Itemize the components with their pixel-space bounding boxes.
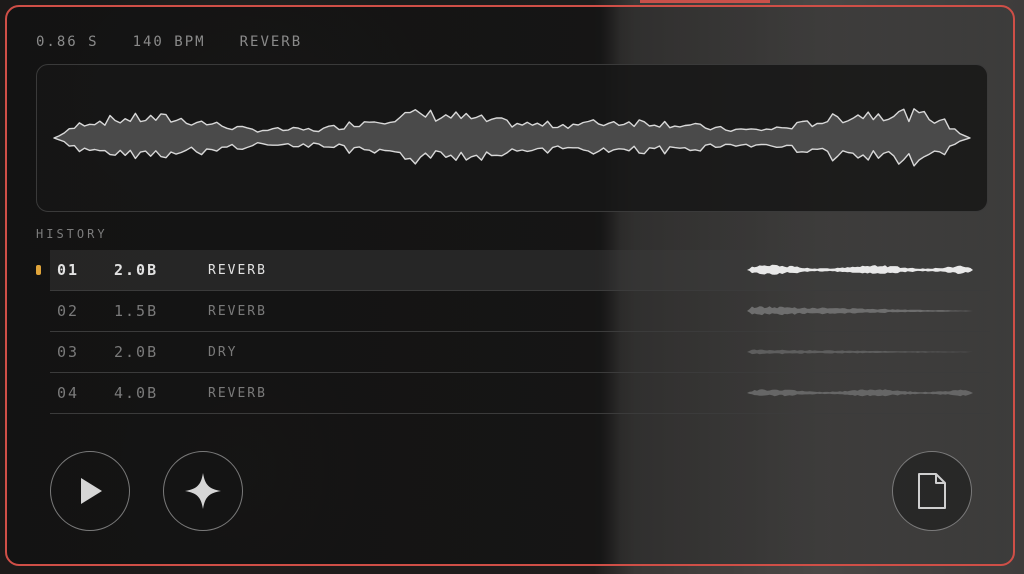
play-icon [81,478,102,504]
row-effect: REVERB [208,262,267,278]
export-file-button[interactable] [892,451,972,531]
row-size: 2.0B [114,343,159,361]
sample-panel: 0.86 S 140 BPM REVERB HISTORY 01 2.0B RE… [5,5,1015,566]
row-effect: DRY [208,344,238,360]
row-effect: REVERB [208,385,267,401]
play-button[interactable] [50,451,130,531]
row-index: 01 [57,261,80,279]
row-index: 02 [57,302,80,320]
waveform-graphic [53,108,971,167]
background-accent-line [640,0,770,3]
duration-readout: 0.86 S [36,34,99,50]
history-row-01[interactable]: 01 2.0B REVERB [36,250,990,291]
history-row-02[interactable]: 02 1.5B REVERB [50,291,990,332]
row-waveform-thumbnail [747,349,973,355]
row-waveform-thumbnail [747,306,973,316]
history-list: 01 2.0B REVERB 02 1.5B REVERB 03 2.0B DR… [36,250,990,414]
row-index: 03 [57,343,80,361]
sparkle-icon [185,473,221,509]
history-row-04[interactable]: 04 4.0B REVERB [50,373,990,414]
generate-button[interactable] [163,451,243,531]
history-label: HISTORY [36,227,108,241]
file-icon [918,473,946,509]
effect-readout: REVERB [239,34,303,50]
waveform-display[interactable] [36,64,988,212]
row-size: 1.5B [114,302,159,320]
sample-meta: 0.86 S 140 BPM REVERB [36,34,336,50]
row-index: 04 [57,384,80,402]
tempo-readout: 140 BPM [132,34,206,50]
row-waveform-thumbnail [747,264,973,275]
row-waveform-thumbnail [747,389,973,397]
history-row-03[interactable]: 03 2.0B DRY [50,332,990,373]
row-size: 2.0B [114,261,159,279]
row-size: 4.0B [114,384,159,402]
active-marker [36,265,41,275]
row-effect: REVERB [208,303,267,319]
